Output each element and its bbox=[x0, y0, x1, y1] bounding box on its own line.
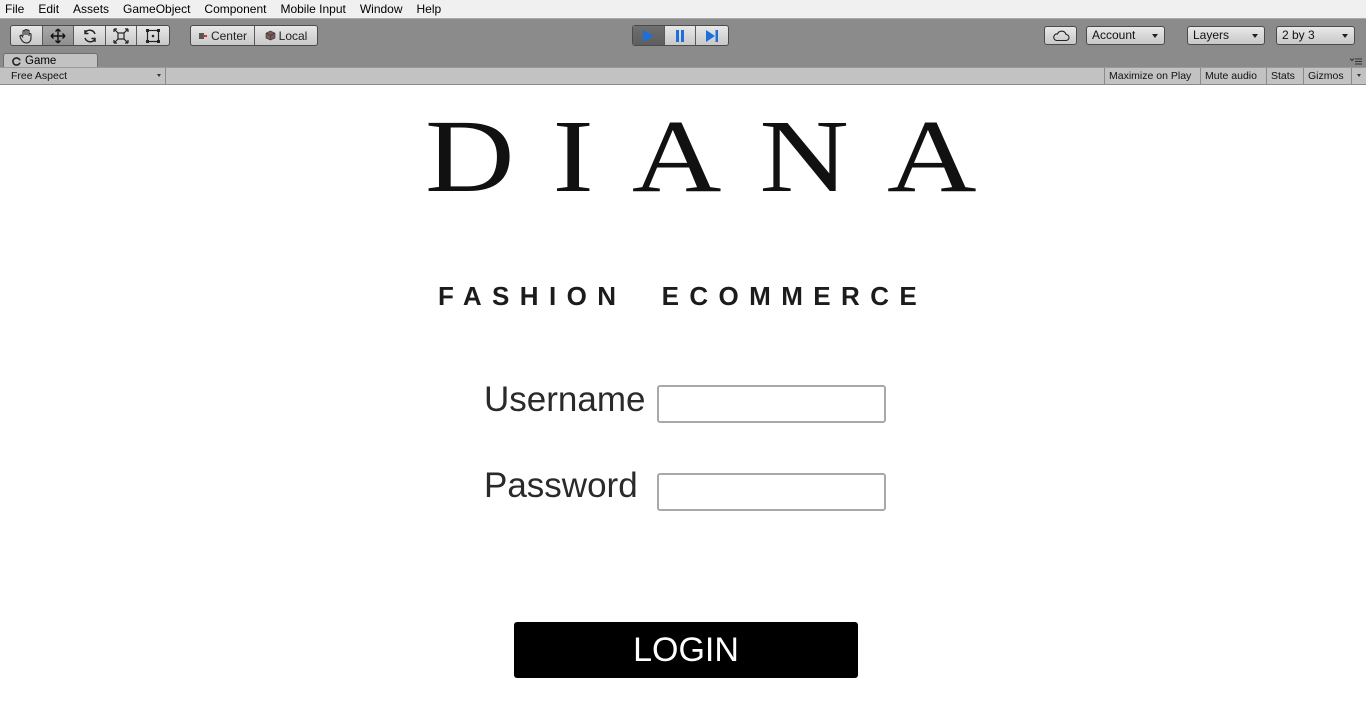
rect-tool-button[interactable] bbox=[137, 26, 169, 45]
aspect-label: Free Aspect bbox=[11, 70, 68, 82]
cube-icon bbox=[265, 30, 275, 41]
rotate-tool-button[interactable] bbox=[74, 26, 106, 45]
chevron-down-icon[interactable] bbox=[1357, 74, 1361, 77]
menu-component[interactable]: Component bbox=[197, 0, 273, 18]
menu-mobile-input[interactable]: Mobile Input bbox=[273, 0, 352, 18]
mute-audio-toggle[interactable]: Mute audio bbox=[1200, 68, 1265, 85]
pivot-center-label: Center bbox=[210, 28, 247, 43]
tab-game[interactable]: Game bbox=[3, 53, 98, 68]
stats-toggle[interactable]: Stats bbox=[1266, 68, 1303, 85]
chevron-down-icon bbox=[1252, 34, 1258, 38]
layers-label: Layers bbox=[1193, 28, 1230, 42]
game-view-toolbar: Free Aspect Maximize on Play Mute audio … bbox=[0, 67, 1366, 85]
move-tool-button[interactable] bbox=[42, 26, 75, 45]
chevron-down-icon bbox=[157, 74, 161, 77]
account-label: Account bbox=[1092, 28, 1136, 42]
menu-window[interactable]: Window bbox=[353, 0, 410, 18]
move-icon bbox=[50, 28, 66, 43]
menu-gameobject[interactable]: GameObject bbox=[116, 0, 197, 18]
brand-title: DIANA bbox=[425, 98, 1015, 214]
cloud-services-button[interactable] bbox=[1044, 26, 1077, 45]
menu-file[interactable]: File bbox=[0, 0, 31, 18]
tab-game-label: Game bbox=[25, 55, 57, 67]
pause-button[interactable] bbox=[665, 26, 697, 45]
hand-icon bbox=[19, 28, 32, 44]
password-label: Password bbox=[484, 466, 638, 505]
pivot-toggle-group: Center Local bbox=[190, 25, 318, 46]
chevron-down-icon bbox=[1342, 34, 1348, 38]
gizmos-divider bbox=[1351, 68, 1352, 85]
layers-dropdown[interactable]: Layers bbox=[1187, 26, 1265, 45]
step-button[interactable] bbox=[696, 26, 728, 45]
play-button[interactable] bbox=[633, 26, 665, 45]
cloud-icon bbox=[1052, 30, 1069, 41]
transform-tools bbox=[10, 25, 170, 46]
account-dropdown[interactable]: Account bbox=[1086, 26, 1165, 45]
menu-edit[interactable]: Edit bbox=[31, 0, 66, 18]
main-toolbar: Center Local Account Layers 2 by 3 bbox=[0, 18, 1366, 52]
menu-assets[interactable]: Assets bbox=[66, 0, 116, 18]
game-view-icon bbox=[12, 56, 21, 66]
pivot-center-icon bbox=[198, 32, 207, 39]
chevron-down-icon bbox=[1152, 34, 1158, 38]
aspect-dropdown[interactable]: Free Aspect bbox=[5, 68, 166, 85]
layout-label: 2 by 3 bbox=[1282, 28, 1315, 42]
username-label: Username bbox=[484, 380, 646, 419]
step-icon bbox=[706, 29, 719, 42]
menu-help[interactable]: Help bbox=[410, 0, 449, 18]
login-button[interactable]: LOGIN bbox=[514, 622, 858, 678]
gizmos-toggle[interactable]: Gizmos bbox=[1303, 68, 1366, 85]
pause-icon bbox=[676, 29, 684, 42]
pivot-local-button[interactable]: Local bbox=[255, 26, 317, 45]
password-input[interactable] bbox=[657, 473, 886, 511]
panel-menu-icon[interactable] bbox=[1350, 57, 1362, 65]
layout-dropdown[interactable]: 2 by 3 bbox=[1276, 26, 1355, 45]
brand-subtitle: FASHION ECOMMERCE bbox=[438, 281, 928, 311]
tab-strip: Game bbox=[0, 52, 1366, 68]
maximize-on-play-toggle[interactable]: Maximize on Play bbox=[1104, 68, 1199, 85]
scale-tool-button[interactable] bbox=[106, 26, 138, 45]
pivot-local-label: Local bbox=[278, 28, 308, 43]
hand-tool-button[interactable] bbox=[11, 26, 43, 45]
menu-bar: File Edit Assets GameObject Component Mo… bbox=[0, 0, 1366, 18]
game-view: DIANA FASHION ECOMMERCE Username Passwor… bbox=[0, 85, 1366, 722]
rotate-icon bbox=[83, 29, 96, 42]
scale-icon bbox=[113, 27, 129, 44]
playback-controls bbox=[632, 25, 729, 46]
pivot-center-button[interactable]: Center bbox=[191, 26, 255, 45]
rect-tool-icon bbox=[146, 28, 161, 43]
play-icon bbox=[643, 29, 655, 42]
gizmos-label: Gizmos bbox=[1308, 70, 1344, 82]
username-input[interactable] bbox=[657, 385, 886, 423]
